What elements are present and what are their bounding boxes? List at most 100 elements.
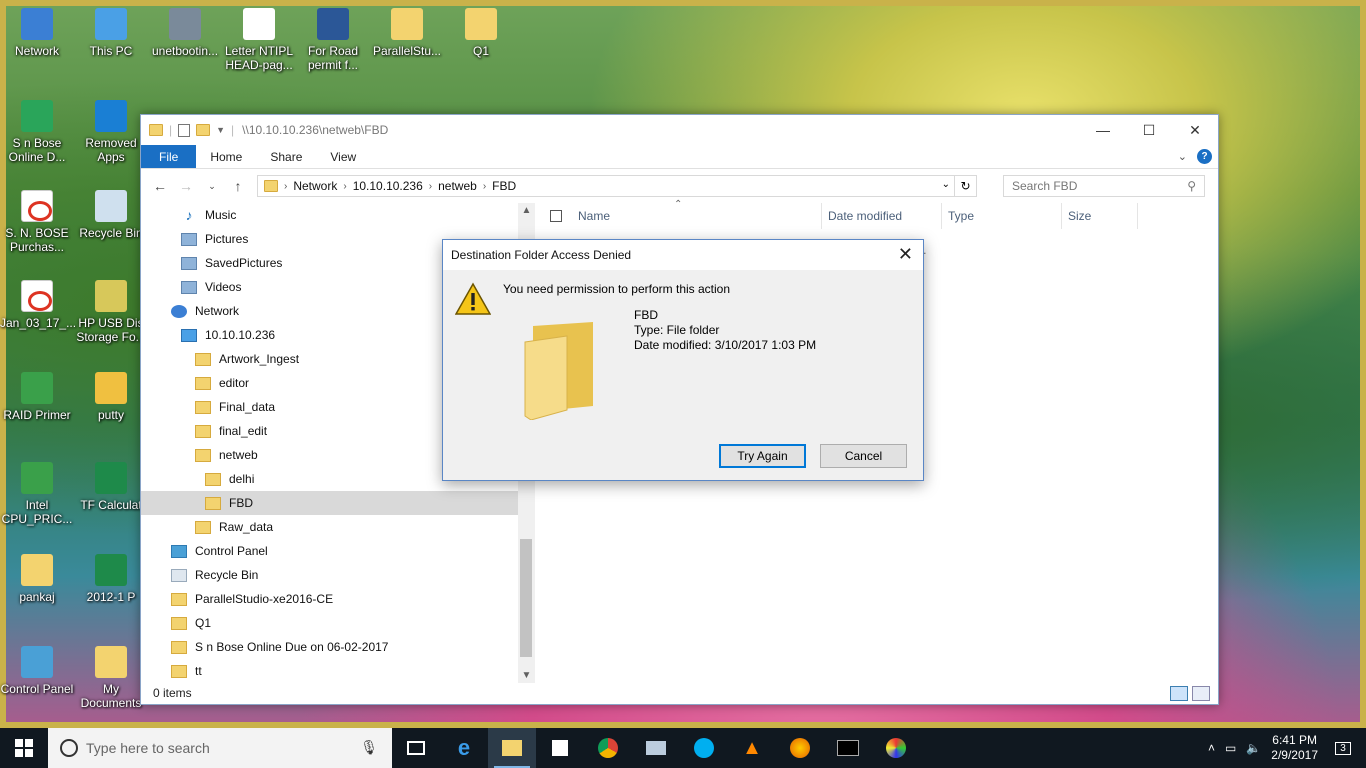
minimize-button[interactable]: —	[1080, 115, 1126, 145]
tree-item[interactable]: Raw_data	[141, 515, 518, 539]
desktop-icon[interactable]: This PC	[74, 8, 148, 58]
music-icon: ♪	[185, 206, 193, 223]
taskbar-paint-button[interactable]	[872, 728, 920, 768]
maximize-button[interactable]: ☐	[1126, 115, 1172, 145]
action-center-icon[interactable]: 3	[1328, 728, 1358, 768]
taskbar-task-view-button[interactable]	[392, 728, 440, 768]
help-icon[interactable]: ?	[1197, 149, 1212, 164]
tree-item[interactable]: ParallelStudio-xe2016-CE	[141, 587, 518, 611]
desktop-icon[interactable]: Letter NTIPL HEAD-pag...	[222, 8, 296, 72]
desktop-icon[interactable]: 2012-1 P	[74, 554, 148, 604]
address-dropdown-icon[interactable]: ⌄	[942, 179, 950, 190]
breadcrumb-fbd[interactable]: FBD	[486, 179, 522, 193]
taskbar-skype-button[interactable]	[680, 728, 728, 768]
desktop-icon[interactable]: Intel CPU_PRIC...	[0, 462, 74, 526]
tab-view[interactable]: View	[316, 145, 370, 168]
item-count: 0 items	[153, 686, 192, 700]
tree-item[interactable]: Recycle Bin	[141, 563, 518, 587]
column-type[interactable]: Type	[942, 203, 1062, 229]
access-denied-dialog[interactable]: Destination Folder Access Denied ✕ You n…	[442, 239, 924, 481]
tree-item[interactable]: Control Panel	[141, 539, 518, 563]
desktop-icon[interactable]: putty	[74, 372, 148, 422]
desktop-icon[interactable]: Removed Apps	[74, 100, 148, 164]
large-icons-view-icon[interactable]	[1192, 686, 1210, 701]
taskbar-store-button[interactable]	[536, 728, 584, 768]
recent-locations-icon[interactable]: ⌄	[201, 181, 223, 192]
up-arrow-icon[interactable]: ↑	[227, 178, 249, 194]
desktop-icon[interactable]: unetbootin...	[148, 8, 222, 58]
desktop-icon[interactable]: ParallelStu...	[370, 8, 444, 58]
breadcrumb-server[interactable]: 10.10.10.236	[347, 179, 429, 193]
dialog-close-button[interactable]: ✕	[898, 244, 913, 265]
taskbar-edge-button[interactable]: e	[440, 728, 488, 768]
desktop-icon[interactable]: My Documents	[74, 646, 148, 710]
forward-arrow-icon[interactable]: →	[175, 178, 197, 194]
taskbar-file-explorer-button[interactable]	[488, 728, 536, 768]
tab-share[interactable]: Share	[256, 145, 316, 168]
desktop-icon[interactable]: Jan_03_17_...	[0, 280, 76, 330]
desktop-icon[interactable]: S. N. BOSE Purchas...	[0, 190, 74, 254]
show-hidden-icons-icon[interactable]: ˄	[1208, 741, 1215, 755]
desktop-icon[interactable]: pankaj	[0, 554, 74, 604]
details-view-icon[interactable]	[1170, 686, 1188, 701]
taskbar-search-input[interactable]: Type here to search 🎙	[48, 728, 392, 768]
paint-icon	[886, 738, 906, 758]
scroll-up-icon[interactable]: ▲	[518, 205, 535, 216]
breadcrumb-network[interactable]: Network	[287, 179, 343, 193]
search-input[interactable]: Search FBD ⚲	[1003, 175, 1205, 197]
column-name[interactable]: Name	[572, 203, 822, 229]
taskbar-vlc-button[interactable]: ▲	[728, 728, 776, 768]
desktop-icon[interactable]: RAID Primer	[0, 372, 74, 422]
tree-item[interactable]: ♪ Music	[141, 203, 518, 227]
select-all-checkbox[interactable]	[550, 210, 562, 222]
tree-item[interactable]: tt	[141, 659, 518, 683]
microphone-icon[interactable]: 🎙	[360, 739, 378, 756]
power-icon[interactable]: ▭	[1225, 741, 1236, 755]
desktop-icon[interactable]: S n Bose Online D...	[0, 100, 74, 164]
new-folder-icon[interactable]	[196, 124, 211, 136]
desktop-icon[interactable]: TF Calculat	[74, 462, 148, 512]
tree-item-label: Videos	[205, 280, 242, 294]
desktop-icon[interactable]: Control Panel	[0, 646, 74, 696]
desktop-icon[interactable]: Q1	[444, 8, 518, 58]
address-bar[interactable]: › Network › 10.10.10.236 › netweb › FBD …	[257, 175, 977, 197]
close-button[interactable]: ✕	[1172, 115, 1218, 145]
shortcut-icon	[21, 554, 53, 586]
breadcrumb-netweb[interactable]: netweb	[432, 179, 483, 193]
desktop-icon[interactable]: Recycle Bin	[74, 190, 148, 240]
tree-item[interactable]: FBD	[141, 491, 518, 515]
back-arrow-icon[interactable]: ←	[149, 178, 171, 194]
desktop-icon[interactable]: For Road permit f...	[296, 8, 370, 72]
try-again-button[interactable]: Try Again	[719, 444, 806, 468]
taskbar-chrome-button[interactable]	[584, 728, 632, 768]
task-view-icon	[407, 741, 425, 755]
volume-icon[interactable]: 🔈	[1246, 741, 1261, 755]
desktop-icon-label: Intel CPU_PRIC...	[1, 498, 73, 526]
start-button[interactable]	[0, 728, 48, 768]
notification-count: 3	[1335, 741, 1351, 755]
tree-item[interactable]: S n Bose Online Due on 06-02-2017	[141, 635, 518, 659]
clock[interactable]: 6:41 PM 2/9/2017	[1271, 733, 1318, 763]
refresh-icon[interactable]: ↻	[954, 176, 976, 196]
cancel-button[interactable]: Cancel	[820, 444, 907, 468]
customize-toolbar-icon[interactable]: ▼	[216, 125, 225, 135]
tab-home[interactable]: Home	[196, 145, 256, 168]
shortcut-icon	[95, 8, 127, 40]
taskbar-mail-button[interactable]	[632, 728, 680, 768]
column-size[interactable]: Size	[1062, 203, 1138, 229]
tab-file[interactable]: File	[141, 145, 197, 168]
scroll-down-icon[interactable]: ▼	[518, 670, 535, 681]
tree-item[interactable]: Q1	[141, 611, 518, 635]
tree-item-label: Q1	[195, 616, 212, 630]
taskbar-firefox-button[interactable]	[776, 728, 824, 768]
taskbar-cmd-button[interactable]	[824, 728, 872, 768]
desktop-icon[interactable]: Network	[0, 8, 74, 58]
properties-icon[interactable]	[178, 123, 191, 137]
folder-icon	[171, 592, 187, 606]
column-date-modified[interactable]: Date modified	[822, 203, 942, 229]
desktop-icon-label: S n Bose Online D...	[8, 136, 66, 164]
shortcut-icon	[21, 100, 53, 132]
scroll-thumb[interactable]	[520, 539, 532, 657]
desktop-icon[interactable]: HP USB Dis Storage Fo...	[74, 280, 148, 344]
expand-ribbon-icon[interactable]: ⌄	[1178, 150, 1187, 163]
